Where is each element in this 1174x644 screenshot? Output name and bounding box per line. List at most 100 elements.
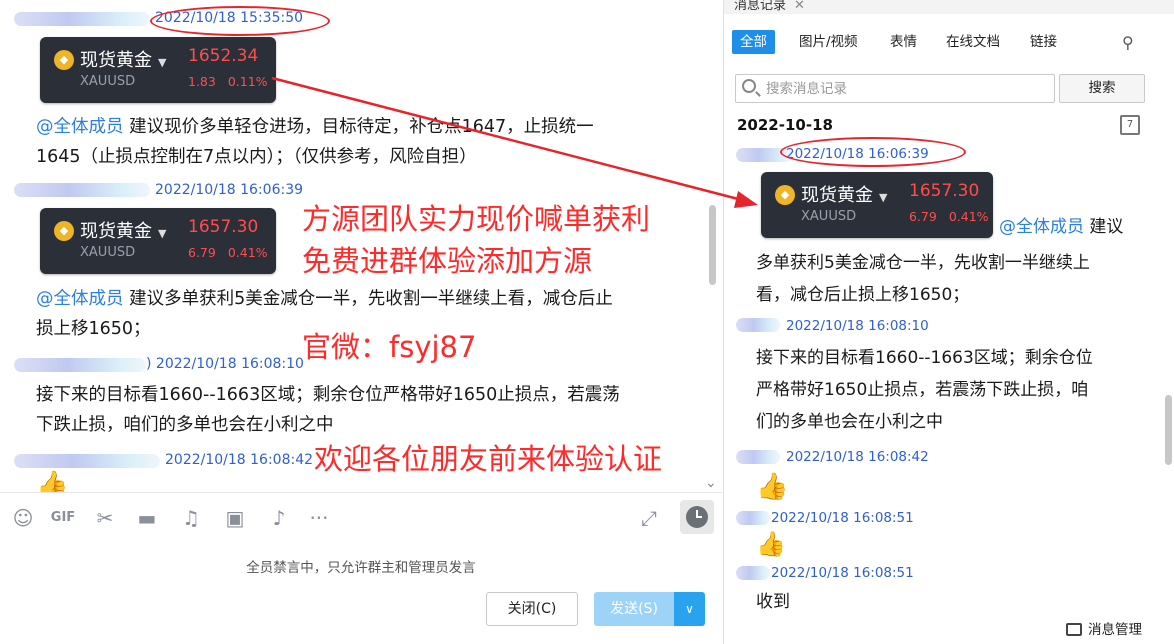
scrollbar-thumb[interactable] xyxy=(1165,395,1172,465)
quote-percent: 0.41% xyxy=(227,245,268,260)
gold-coin-icon: ◆ xyxy=(54,50,74,70)
message-line: 接下来的目标看1660--1663区域；剩余仓位 xyxy=(756,348,1093,368)
chat-bubble-icon xyxy=(1066,623,1082,636)
history-tab-strip: 消息记录 ✕ xyxy=(724,0,1174,14)
quote-symbol: XAUUSD xyxy=(801,209,857,224)
close-button[interactable]: 关闭(C) xyxy=(486,592,578,626)
close-icon[interactable]: ✕ xyxy=(794,0,805,13)
gold-coin-icon: ◆ xyxy=(54,221,74,241)
sender-name-blurred xyxy=(736,511,770,525)
thumbs-up-icon: 👍 xyxy=(756,530,786,558)
message-text: @全体成员 建议现价多单轻仓进场，目标待定，补仓点1647，止损统一 1645（… xyxy=(36,112,706,172)
image-icon[interactable]: ▣ xyxy=(222,505,248,531)
filter-stickers[interactable]: 表情 xyxy=(882,30,925,54)
history-clock-button[interactable] xyxy=(680,500,714,534)
message-line: 们的多单也会在小利之中 xyxy=(756,412,943,432)
sender-name-blurred xyxy=(736,450,780,464)
filter-links[interactable]: 链接 xyxy=(1022,30,1065,54)
gold-coin-icon: ◆ xyxy=(775,185,795,205)
caret-down-icon: ▼ xyxy=(879,191,888,204)
mute-notice: 全员禁言中，只允许群主和管理员发言 xyxy=(246,560,476,576)
filter-all[interactable]: 全部 xyxy=(732,30,775,54)
scissors-icon[interactable]: ✂ xyxy=(92,505,118,531)
filter-media[interactable]: 图片/视频 xyxy=(791,30,866,54)
message-line: 1645（止损点控制在7点以内）；（仅供参考，风险自担） xyxy=(36,147,477,167)
message-line: 建议现价多单轻仓进场，目标待定，补仓点1647，止损统一 xyxy=(129,117,594,137)
sender-name-blurred xyxy=(14,454,160,468)
promo-line: 官微：fsyj87 xyxy=(302,330,477,364)
history-search-box[interactable] xyxy=(735,74,1055,103)
quote-percent: 0.11% xyxy=(227,74,268,89)
message-text: 接下来的目标看1660--1663区域；剩余仓位严格带好1650止损点，若震荡 … xyxy=(36,380,706,440)
more-icon[interactable]: ··· xyxy=(306,505,332,531)
quote-name: 现货黄金 xyxy=(80,221,152,242)
quote-percent: 0.41% xyxy=(948,209,989,224)
message-timestamp: 2022/10/18 16:08:51 xyxy=(771,565,914,581)
message-text: 多单获利5美金减仓一半，先收割一半继续上 看，减仓后止损上移1650； xyxy=(756,247,1166,311)
send-options-dropdown[interactable]: ∨ xyxy=(674,592,705,626)
message-line: 建议 xyxy=(1089,217,1124,237)
message-timestamp: 2022/10/18 16:08:42 xyxy=(165,452,314,468)
quote-change: 6.79 xyxy=(909,209,937,224)
chat-pane: 2022/10/18 15:35:50 ◆ 现货黄金 ▼ XAUUSD 1652.… xyxy=(0,0,722,644)
promo-line: 免费进群体验添加方源 xyxy=(302,244,593,278)
calendar-icon[interactable]: 7 xyxy=(1120,115,1140,135)
folder-icon[interactable]: ▬ xyxy=(134,505,160,531)
message-text: 收到 xyxy=(756,592,790,612)
quote-card[interactable]: ◆ 现货黄金 ▼ XAUUSD 1657.30 6.79 0.41% xyxy=(761,172,993,238)
window: 2022/10/18 15:35:50 ◆ 现货黄金 ▼ XAUUSD 1652.… xyxy=(0,0,1174,644)
message-text: 接下来的目标看1660--1663区域；剩余仓位 严格带好1650止损点，若震荡… xyxy=(756,342,1166,438)
mention-all[interactable]: @全体成员 xyxy=(36,289,124,309)
message-line: 建议多单获利5美金减仓一半，先收割一半继续上看，减仓后止 xyxy=(129,289,613,309)
collapse-icon[interactable]: ⌄ xyxy=(705,475,717,491)
promo-line: 欢迎各位朋友前来体验认证 xyxy=(314,442,663,476)
message-line: 严格带好1650止损点，若震荡下跌止损，咱 xyxy=(756,380,1089,400)
caret-down-icon: ▼ xyxy=(158,56,167,69)
message-timestamp: 2022/10/18 16:08:10 xyxy=(155,356,304,372)
sender-name-blurred xyxy=(14,183,150,197)
quote-symbol: XAUUSD xyxy=(80,245,136,260)
quote-card[interactable]: ◆ 现货黄金 ▼ XAUUSD 1652.34 1.83 0.11% xyxy=(40,37,276,103)
quote-price: 1652.34 xyxy=(188,46,259,66)
quote-symbol: XAUUSD xyxy=(80,74,136,89)
quote-price: 1657.30 xyxy=(909,181,980,201)
quote-name: 现货黄金 xyxy=(80,50,152,71)
send-button[interactable]: 发送(S) xyxy=(594,592,674,626)
sender-name-blurred xyxy=(736,318,780,332)
filter-funnel-icon[interactable]: ⚲ xyxy=(1122,33,1134,52)
message-management-button[interactable]: 消息管理 xyxy=(1066,618,1142,638)
message-line: 接下来的目标看1660--1663区域；剩余仓位严格带好1650止损点，若震荡 xyxy=(36,385,620,405)
gif-icon[interactable]: GIF xyxy=(50,505,76,531)
clock-icon xyxy=(686,506,708,528)
quote-change: 6.79 xyxy=(188,245,216,260)
message-timestamp: 2022/10/18 16:06:39 xyxy=(155,182,304,198)
quote-name: 现货黄金 xyxy=(801,185,873,206)
music-icon[interactable]: ♫ xyxy=(178,505,204,531)
emoji-icon[interactable]: ☺ xyxy=(10,505,36,531)
scrollbar-thumb[interactable] xyxy=(709,205,716,285)
message-line: 下跌止损，咱们的多单也会在小利之中 xyxy=(36,415,334,435)
sender-name-blurred xyxy=(736,566,770,580)
sender-name-blurred xyxy=(14,12,150,26)
highlight-oval xyxy=(780,137,966,167)
expand-icon[interactable]: ⤢ xyxy=(636,505,662,531)
quote-change: 1.83 xyxy=(188,74,216,89)
message-timestamp: 2022/10/18 16:08:42 xyxy=(786,449,929,465)
history-search-button[interactable]: 搜索 xyxy=(1059,74,1145,103)
thumbs-up-icon: 👍 xyxy=(36,470,69,492)
history-pane: 消息记录 ✕ 全部 图片/视频 表情 在线文档 链接 ⚲ 搜索 2022-10-1… xyxy=(723,0,1174,644)
quote-card[interactable]: ◆ 现货黄金 ▼ XAUUSD 1657.30 6.79 0.41% xyxy=(40,208,276,274)
promo-line: 方源团队实力现价喊单获利 xyxy=(302,202,651,236)
date-header: 2022-10-18 xyxy=(737,116,833,134)
message-timestamp: 2022/10/18 16:08:51 xyxy=(771,510,914,526)
mention-all[interactable]: @全体成员 xyxy=(999,217,1084,237)
mention-all[interactable]: @全体成员 xyxy=(36,117,124,137)
message-line: 损上移1650； xyxy=(36,319,151,339)
bell-icon[interactable]: ♪ xyxy=(266,505,292,531)
filter-docs[interactable]: 在线文档 xyxy=(938,30,1008,54)
timestamp-prefix: ) xyxy=(146,356,152,372)
history-tab[interactable]: 消息记录 xyxy=(734,0,786,13)
search-icon xyxy=(742,79,756,93)
message-management-label: 消息管理 xyxy=(1088,622,1142,638)
history-search-input[interactable] xyxy=(766,79,1046,99)
